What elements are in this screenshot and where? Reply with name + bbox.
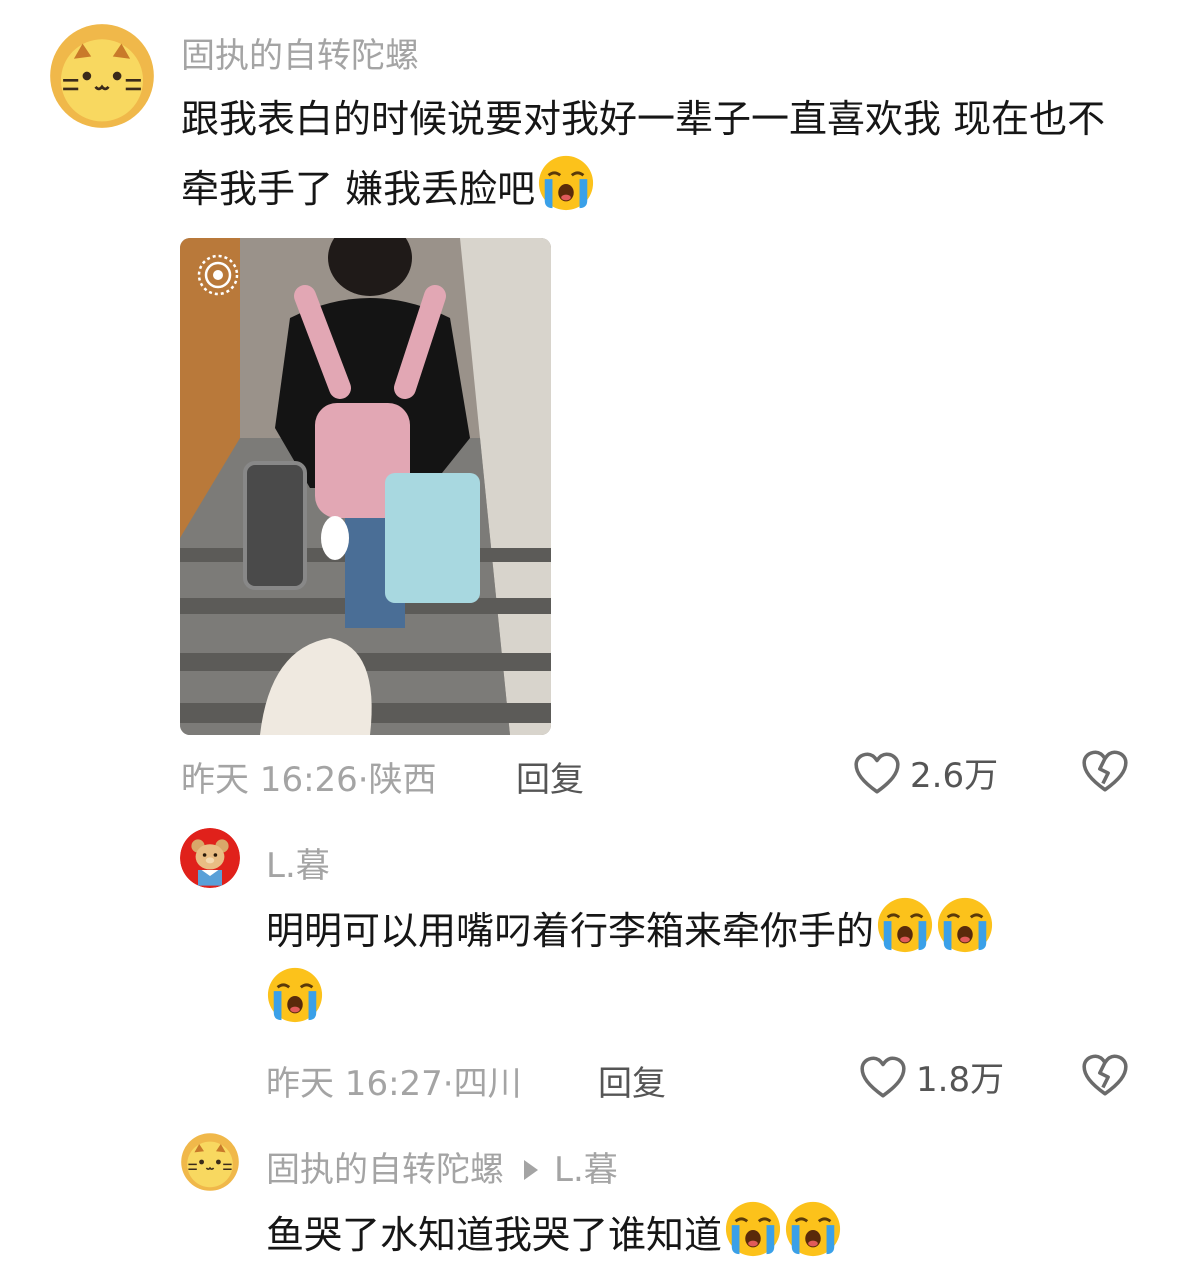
reply-arrow-icon <box>524 1159 538 1180</box>
comment-body: 鱼哭了水知道我哭了谁知道 <box>266 1213 723 1257</box>
reply-button[interactable]: 回复 <box>598 1056 666 1105</box>
like-count: 1.8万 <box>916 1060 1005 1100</box>
comment-text: 跟我表白的时候说要对我好一辈子一直喜欢我 现在也不牵我手了 嫌我丢脸吧 <box>181 84 1141 224</box>
comment-meta: 昨天 16:27·四川 <box>266 1056 522 1105</box>
comment-time: 昨天 16:26 <box>181 760 358 800</box>
dislike-button[interactable] <box>1080 748 1130 798</box>
avatar[interactable] <box>180 828 240 888</box>
live-photo-icon <box>197 254 239 296</box>
heart-icon <box>858 1054 908 1100</box>
comment-meta: 昨天 16:26·陕西 <box>181 752 437 801</box>
comment-username-line: 固执的自转陀螺 L.暮 <box>266 1142 618 1191</box>
comment-photo[interactable] <box>180 238 551 735</box>
photo-image <box>180 238 551 735</box>
broken-heart-icon <box>1080 1052 1130 1098</box>
comment-text: 鱼哭了水知道我哭了谁知道 <box>266 1200 1126 1270</box>
like-button[interactable]: 1.8万 <box>858 1052 1004 1101</box>
loudly-crying-face-icon <box>724 1200 782 1258</box>
like-count: 2.6万 <box>910 756 999 796</box>
loudly-crying-face-icon <box>876 896 934 954</box>
loudly-crying-face-icon <box>537 154 595 212</box>
comment-username[interactable]: L.暮 <box>266 838 330 887</box>
broken-heart-icon <box>1080 748 1130 794</box>
cat-avatar-icon <box>48 22 156 130</box>
comment-username[interactable]: 固执的自转陀螺 <box>266 1150 504 1190</box>
meta-separator: · <box>357 760 369 800</box>
comment-time: 昨天 16:27 <box>266 1064 443 1104</box>
loudly-crying-face-icon <box>936 896 994 954</box>
comment-body: 跟我表白的时候说要对我好一辈子一直喜欢我 现在也不牵我手了 嫌我丢脸吧 <box>181 97 1106 211</box>
loudly-crying-face-icon <box>784 1200 842 1258</box>
bear-avatar-icon <box>180 828 240 888</box>
reply-to-username[interactable]: L.暮 <box>554 1150 618 1190</box>
meta-separator: · <box>442 1064 454 1104</box>
comment-body: 明明可以用嘴叼着行李箱来牵你手的 <box>266 909 875 953</box>
avatar[interactable] <box>48 22 156 130</box>
avatar[interactable] <box>180 1132 240 1192</box>
comment-text: 明明可以用嘴叼着行李箱来牵你手的 <box>266 896 1126 1036</box>
dislike-button[interactable] <box>1080 1052 1130 1102</box>
comment-username[interactable]: 固执的自转陀螺 <box>181 28 419 77</box>
loudly-crying-face-icon <box>266 966 324 1024</box>
like-button[interactable]: 2.6万 <box>852 748 998 797</box>
reply-button[interactable]: 回复 <box>516 752 584 801</box>
heart-icon <box>852 750 902 796</box>
comment-location: 四川 <box>453 1064 522 1104</box>
comment-location: 陕西 <box>368 760 437 800</box>
cat-avatar-icon <box>180 1132 240 1192</box>
